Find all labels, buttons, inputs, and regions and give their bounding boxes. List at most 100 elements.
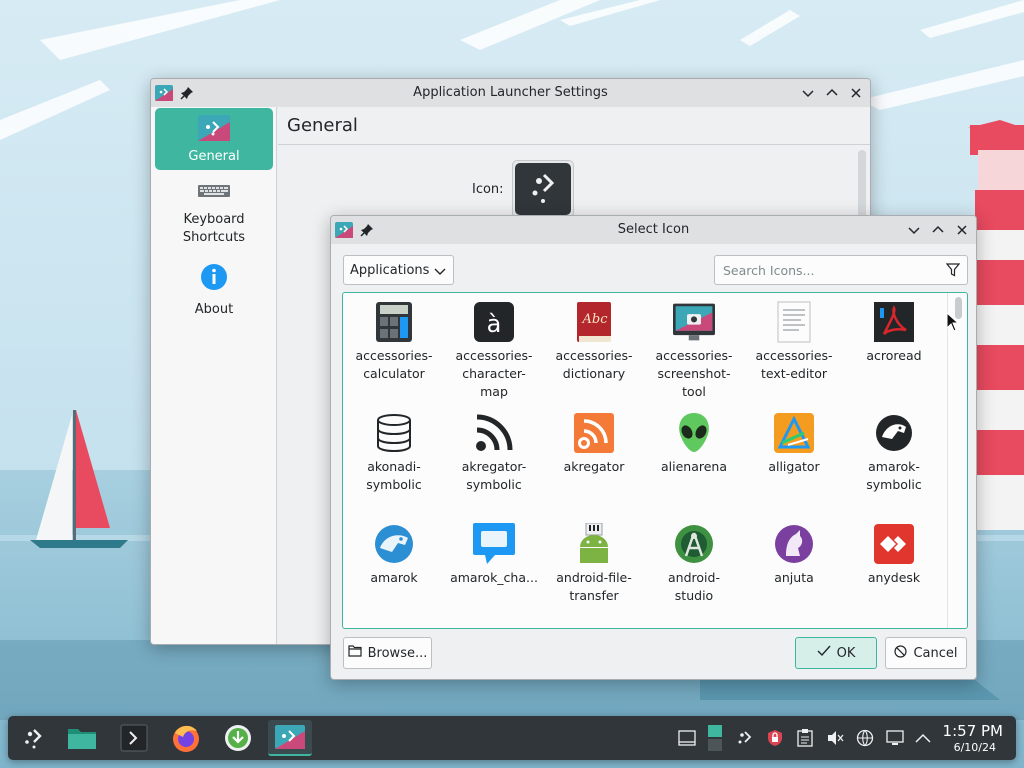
kdeconnect-icon[interactable] <box>735 728 755 748</box>
titlebar[interactable]: Select Icon <box>331 216 976 244</box>
firefox-icon <box>173 725 199 752</box>
pin-icon[interactable] <box>359 222 375 238</box>
alligator-icon <box>773 412 815 454</box>
acroread-icon <box>873 301 915 343</box>
taskbar-firefox[interactable] <box>164 720 208 756</box>
browse-button[interactable]: Browse... <box>343 637 432 669</box>
pin-icon[interactable] <box>179 85 195 101</box>
icon-item-android-studio[interactable]: android- studio <box>644 523 744 605</box>
vault-icon[interactable] <box>765 728 785 748</box>
icon-item-amarok[interactable]: amarok <box>344 523 444 587</box>
icon-item-alligator[interactable]: alligator <box>744 412 844 476</box>
android-file-transfer-icon <box>573 523 615 565</box>
pager-icon[interactable] <box>705 722 725 754</box>
icon-item-label: accessories- dictionary <box>555 348 633 381</box>
icon-category-dropdown[interactable]: Applications <box>343 255 454 285</box>
kde-launcher-icon <box>25 729 42 749</box>
close-button[interactable] <box>952 220 972 240</box>
chevron-down-icon <box>802 90 814 98</box>
rss-icon <box>573 412 615 454</box>
display-icon[interactable] <box>885 728 905 748</box>
maximize-button[interactable] <box>822 83 842 103</box>
taskbar-dolphin[interactable] <box>60 720 104 756</box>
maximize-button[interactable] <box>928 220 948 240</box>
minimize-button[interactable] <box>904 220 924 240</box>
icon-item-accessories-screenshot-tool[interactable]: accessories- screenshot- tool <box>644 301 744 401</box>
checkmark-icon <box>817 645 831 661</box>
titlebar[interactable]: Application Launcher Settings <box>151 79 870 107</box>
android-studio-icon <box>673 523 715 565</box>
taskbar-panel: 1:57 PM 6/10/24 <box>8 716 1016 760</box>
icon-item-accessories-character-map[interactable]: à accessories- character- map <box>444 301 544 401</box>
sidebar-item-general[interactable]: General <box>155 108 273 170</box>
icon-label: Icon: <box>472 182 504 197</box>
expand-tray-icon[interactable] <box>913 728 933 748</box>
sidebar-item-about[interactable]: About <box>155 263 273 319</box>
search-input[interactable] <box>716 257 936 283</box>
kde-launcher-icon <box>515 163 571 215</box>
icon-item-label: anydesk <box>867 570 921 585</box>
amarok-symbolic-icon <box>873 412 915 454</box>
filter-icon[interactable] <box>945 263 961 281</box>
calculator-icon <box>373 301 415 343</box>
icon-picker-button[interactable] <box>512 160 574 218</box>
icon-item-anydesk[interactable]: anydesk <box>844 523 944 587</box>
clock-date[interactable]: 6/10/24 <box>954 741 996 754</box>
icon-item-akonadi-symbolic[interactable]: akonadi- symbolic <box>344 412 444 494</box>
dropdown-value: Applications <box>350 262 430 278</box>
icon-item-acroread[interactable]: acroread <box>844 301 944 365</box>
ok-button[interactable]: OK <box>795 637 877 669</box>
volume-muted-icon[interactable] <box>825 728 845 748</box>
icon-item-label: amarok- symbolic <box>866 459 922 492</box>
launcher-settings-icon <box>198 114 230 146</box>
icon-item-akregator-symbolic[interactable]: akregator- symbolic <box>444 412 544 494</box>
icon-item-amarok-cha[interactable]: amarok_cha... <box>444 523 544 587</box>
sidebar-label-general: General <box>188 149 240 164</box>
close-icon <box>851 88 861 98</box>
screenshot-icon <box>673 301 715 343</box>
window-title: Application Launcher Settings <box>413 85 608 100</box>
cancel-button[interactable]: Cancel <box>885 637 967 669</box>
clock-time[interactable]: 1:57 PM <box>943 722 1003 740</box>
icon-item-label: accessories- screenshot- tool <box>655 348 733 399</box>
icon-item-label: android- studio <box>668 570 720 603</box>
launcher-settings-icon <box>275 725 305 749</box>
chevron-up-icon <box>826 88 838 96</box>
cancel-label: Cancel <box>913 645 958 661</box>
icon-item-android-file-transfer[interactable]: android-file- transfer <box>544 523 644 605</box>
icon-item-alienarena[interactable]: alienarena <box>644 412 744 476</box>
taskbar-discover[interactable] <box>216 720 260 756</box>
icon-item-label: acroread <box>866 348 922 363</box>
icon-grid-scrollbar[interactable] <box>947 293 967 628</box>
chevron-down-icon <box>434 265 446 281</box>
search-box <box>714 255 968 285</box>
dialog-title: Select Icon <box>617 222 690 237</box>
close-icon <box>957 225 967 235</box>
network-icon[interactable] <box>855 728 875 748</box>
clipboard-icon[interactable] <box>795 728 815 748</box>
info-icon <box>200 263 228 295</box>
icon-item-accessories-dictionary[interactable]: Abc accessories- dictionary <box>544 301 644 383</box>
icon-item-label: android-file- transfer <box>556 570 632 603</box>
folder-icon <box>68 729 96 749</box>
select-icon-dialog: Select Icon Applications accessories- ca… <box>330 215 977 680</box>
alien-icon <box>673 412 715 454</box>
taskbar-settings-window[interactable] <box>268 720 312 756</box>
show-desktop-icon[interactable] <box>677 728 697 748</box>
close-button[interactable] <box>846 83 866 103</box>
icon-item-label: amarok <box>370 570 418 585</box>
taskbar-app-launcher[interactable] <box>12 720 56 756</box>
icon-item-accessories-text-editor[interactable]: accessories- text-editor <box>744 301 844 383</box>
taskbar-konsole[interactable] <box>112 720 156 756</box>
icon-item-amarok-symbolic[interactable]: amarok- symbolic <box>844 412 944 494</box>
icon-item-akregator[interactable]: akregator <box>544 412 644 476</box>
icon-grid: accessories- calculator à accessories- c… <box>342 292 968 629</box>
sidebar-item-keyboard-shortcuts[interactable]: Keyboard Shortcuts <box>155 183 273 253</box>
icon-item-accessories-calculator[interactable]: accessories- calculator <box>344 301 444 383</box>
minimize-button[interactable] <box>798 83 818 103</box>
rss-symbolic-icon <box>473 412 515 454</box>
amarok-icon <box>373 523 415 565</box>
terminal-icon <box>120 724 148 752</box>
icon-item-label: alligator <box>768 459 820 474</box>
icon-item-anjuta[interactable]: anjuta <box>744 523 844 587</box>
